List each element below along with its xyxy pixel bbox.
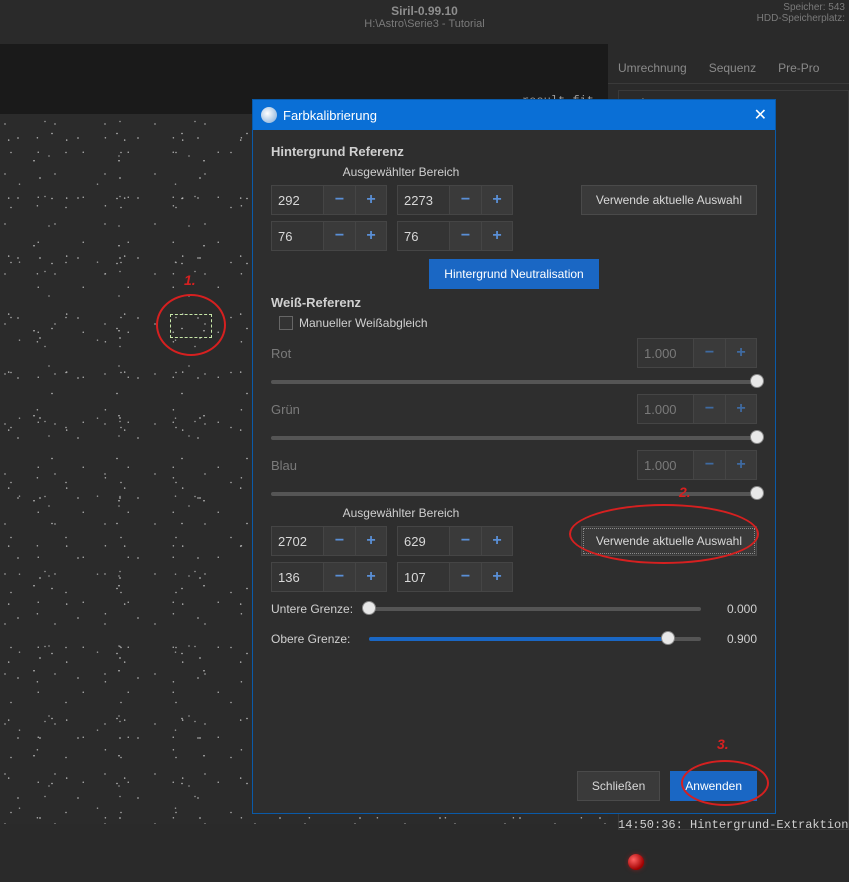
bg-y-spin: − + [397,185,513,215]
white-y-increment[interactable]: + [481,526,513,556]
close-icon[interactable]: ✕ [754,105,767,125]
upper-limit-value: 0.900 [711,632,757,646]
dialog-titlebar[interactable]: Farbkalibrierung ✕ [253,100,775,130]
bg-x-spin: − + [271,185,387,215]
annotation-text-1: 1. [184,272,196,288]
annotation-circle-2 [569,504,759,564]
red-decrement[interactable]: − [693,338,725,368]
dialog-title: Farbkalibrierung [283,108,377,123]
bg-subhead: Ausgewählter Bereich [271,165,531,179]
bg-w-increment[interactable]: + [355,221,387,251]
bg-x-increment[interactable]: + [355,185,387,215]
top-status: Speicher: 543 HDD-Speicherplatz: [757,2,845,24]
blue-spin: − + [637,450,757,480]
blue-label: Blau [271,458,297,473]
green-increment[interactable]: + [725,394,757,424]
green-slider-thumb[interactable] [750,430,764,444]
annotation-text-2: 2. [679,484,691,500]
upper-limit-slider[interactable] [369,637,701,641]
bg-neutralize-button[interactable]: Hintergrund Neutralisation [429,259,598,289]
lower-limit-value: 0.000 [711,602,757,616]
white-h-spin: − + [397,562,513,592]
red-spin: − + [637,338,757,368]
bg-x-decrement[interactable]: − [323,185,355,215]
bg-use-selection-button[interactable]: Verwende aktuelle Auswahl [581,185,757,215]
white-heading: Weiß-Referenz [271,295,757,310]
bg-h-input[interactable] [397,221,449,251]
bg-h-decrement[interactable]: − [449,221,481,251]
red-label: Rot [271,346,291,361]
bg-y-decrement[interactable]: − [449,185,481,215]
status-disk: HDD-Speicherplatz: [757,13,845,24]
upper-limit-thumb[interactable] [661,631,675,645]
bg-y-increment[interactable]: + [481,185,513,215]
annotation-text-3: 3. [717,736,729,752]
app-subtitle: H:\Astro\Serie3 - Tutorial [0,18,849,30]
green-input[interactable] [637,394,693,424]
green-decrement[interactable]: − [693,394,725,424]
log-tail: 14:50:36: Hintergrund-Extraktion [618,818,848,832]
manual-whitebalance-checkbox[interactable] [279,316,293,330]
green-slider[interactable] [271,436,757,440]
white-w-increment[interactable]: + [355,562,387,592]
green-label: Grün [271,402,300,417]
titlebar: Siril-0.99.10 H:\Astro\Serie3 - Tutorial… [0,0,849,40]
bg-x-input[interactable] [271,185,323,215]
red-slider-thumb[interactable] [750,374,764,388]
white-y-decrement[interactable]: − [449,526,481,556]
white-x-spin: − + [271,526,387,556]
app-title: Siril-0.99.10 [0,4,849,18]
tab-preproc[interactable]: Pre-Pro [778,61,819,75]
white-h-input[interactable] [397,562,449,592]
white-w-spin: − + [271,562,387,592]
annotation-circle-3 [681,760,769,806]
white-x-input[interactable] [271,526,323,556]
side-tabs: Umrechnung Sequenz Pre-Pro [608,52,849,84]
manual-whitebalance-row[interactable]: Manueller Weißabgleich [279,316,757,330]
color-calibration-dialog: Farbkalibrierung ✕ Hintergrund Referenz … [252,99,776,814]
blue-input[interactable] [637,450,693,480]
status-led-icon [628,854,644,870]
white-h-increment[interactable]: + [481,562,513,592]
lower-limit-label: Untere Grenze: [271,602,359,616]
green-spin: − + [637,394,757,424]
lower-limit-thumb[interactable] [362,601,376,615]
white-x-increment[interactable]: + [355,526,387,556]
tab-sequence[interactable]: Sequenz [709,61,756,75]
blue-increment[interactable]: + [725,450,757,480]
upper-limit-label: Obere Grenze: [271,632,359,646]
blue-slider-thumb[interactable] [750,486,764,500]
lower-limit-slider[interactable] [369,607,701,611]
white-y-spin: − + [397,526,513,556]
white-subhead: Ausgewählter Bereich [271,506,531,520]
bg-h-spin: − + [397,221,513,251]
tab-conversion[interactable]: Umrechnung [618,61,687,75]
bg-w-decrement[interactable]: − [323,221,355,251]
red-slider[interactable] [271,380,757,384]
bg-h-increment[interactable]: + [481,221,513,251]
app-icon [261,107,277,123]
close-button[interactable]: Schließen [577,771,660,801]
white-w-input[interactable] [271,562,323,592]
white-w-decrement[interactable]: − [323,562,355,592]
status-memory: Speicher: 543 [757,2,845,13]
bg-y-input[interactable] [397,185,449,215]
bg-w-input[interactable] [271,221,323,251]
white-x-decrement[interactable]: − [323,526,355,556]
red-increment[interactable]: + [725,338,757,368]
selection-rectangle[interactable] [170,314,212,338]
red-input[interactable] [637,338,693,368]
white-h-decrement[interactable]: − [449,562,481,592]
manual-whitebalance-label: Manueller Weißabgleich [299,316,428,330]
bg-w-spin: − + [271,221,387,251]
white-y-input[interactable] [397,526,449,556]
bg-heading: Hintergrund Referenz [271,144,757,159]
blue-decrement[interactable]: − [693,450,725,480]
